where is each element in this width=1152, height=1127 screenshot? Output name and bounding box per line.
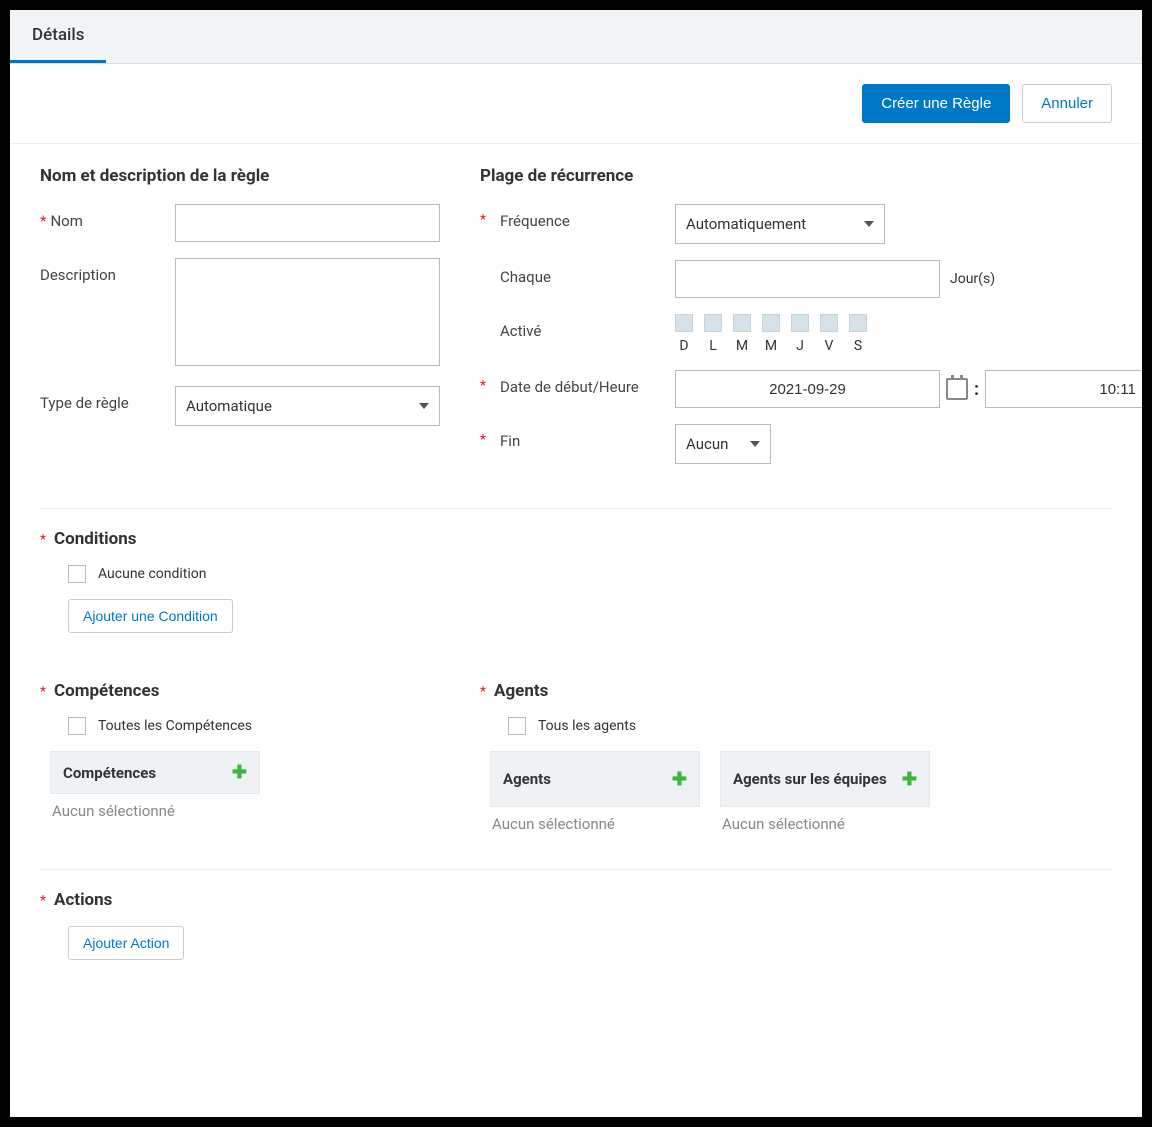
- required-star: *: [480, 684, 486, 700]
- day-label: L: [704, 338, 722, 354]
- all-agents-checkbox[interactable]: [508, 717, 526, 735]
- day-toggle-D[interactable]: [675, 314, 693, 332]
- day-label: J: [791, 338, 809, 354]
- section-recurrence-title: Plage de récurrence: [480, 166, 1142, 186]
- label-start-date: Date de début/Heure: [500, 378, 639, 396]
- agents-none-selected: Aucun sélectionné: [490, 807, 700, 841]
- day-toggle-L[interactable]: [704, 314, 722, 332]
- required-star: *: [40, 212, 46, 230]
- day-toggle-M[interactable]: [733, 314, 751, 332]
- day-label: S: [849, 338, 867, 354]
- day-toggle-J[interactable]: [791, 314, 809, 332]
- all-skills-checkbox[interactable]: [68, 717, 86, 735]
- section-actions-title: Actions: [54, 890, 112, 910]
- label-every-suffix: Jour(s): [950, 271, 995, 287]
- chevron-down-icon: [750, 441, 760, 447]
- start-date-input[interactable]: [675, 370, 940, 408]
- day-toggle-V[interactable]: [820, 314, 838, 332]
- skills-panel-header: Compétences ✚: [50, 751, 260, 794]
- section-skills-title: Compétences: [54, 681, 159, 701]
- rule-type-select[interactable]: Automatique: [175, 386, 440, 426]
- label-frequency: Fréquence: [500, 212, 570, 230]
- label-no-condition: Aucune condition: [98, 566, 207, 582]
- required-star: *: [40, 684, 46, 700]
- day-label: V: [820, 338, 838, 354]
- add-condition-button[interactable]: Ajouter une Condition: [68, 599, 233, 633]
- section-name-desc-title: Nom et description de la règle: [40, 166, 440, 186]
- day-toggle-M2[interactable]: [762, 314, 780, 332]
- label-name: Nom: [50, 212, 82, 230]
- tab-details[interactable]: Détails: [10, 10, 106, 63]
- label-end: Fin: [500, 432, 520, 450]
- required-star: *: [40, 893, 46, 909]
- required-star: *: [40, 532, 46, 548]
- required-star: *: [480, 424, 500, 448]
- add-action-button[interactable]: Ajouter Action: [68, 926, 184, 960]
- frequency-select[interactable]: Automatiquement: [675, 204, 885, 244]
- teams-none-selected: Aucun sélectionné: [720, 807, 930, 841]
- name-input[interactable]: [175, 204, 440, 242]
- colon-separator: :: [974, 379, 979, 400]
- separator: [40, 869, 1112, 870]
- every-input[interactable]: [675, 260, 940, 298]
- section-conditions-title: Conditions: [54, 529, 136, 549]
- agents-box-title: Agents: [503, 770, 551, 788]
- teams-box-title: Agents sur les équipes: [733, 770, 887, 788]
- required-star: *: [480, 204, 500, 228]
- description-textarea[interactable]: [175, 258, 440, 366]
- chevron-down-icon: [864, 221, 874, 227]
- end-value: Aucun: [686, 435, 728, 453]
- action-bar: Créer une Règle Annuler: [10, 64, 1142, 144]
- agents-panel-header: Agents ✚: [490, 751, 700, 807]
- add-agent-icon[interactable]: ✚: [672, 769, 687, 790]
- day-toggle-S[interactable]: [849, 314, 867, 332]
- skills-none-selected: Aucun sélectionné: [50, 794, 260, 828]
- label-all-skills: Toutes les Compétences: [98, 718, 252, 734]
- calendar-icon[interactable]: [946, 378, 968, 400]
- required-star: *: [480, 370, 500, 394]
- start-time-input[interactable]: [985, 370, 1142, 408]
- tab-bar: Détails: [10, 10, 1142, 64]
- rule-type-value: Automatique: [186, 397, 272, 415]
- no-condition-checkbox[interactable]: [68, 565, 86, 583]
- section-agents-title: Agents: [494, 681, 548, 701]
- frequency-value: Automatiquement: [686, 215, 806, 233]
- label-rule-type: Type de règle: [40, 394, 129, 412]
- teams-panel-header: Agents sur les équipes ✚: [720, 751, 930, 807]
- day-label: M: [762, 338, 780, 354]
- days-row: D L M M J V S: [675, 314, 1142, 354]
- skills-box-title: Compétences: [63, 764, 156, 782]
- cancel-button[interactable]: Annuler: [1022, 84, 1112, 123]
- chevron-down-icon: [419, 403, 429, 409]
- separator: [40, 508, 1112, 509]
- day-label: D: [675, 338, 693, 354]
- label-all-agents: Tous les agents: [538, 718, 636, 734]
- day-label: M: [733, 338, 751, 354]
- label-enabled: Activé: [500, 322, 541, 340]
- label-description: Description: [40, 266, 116, 284]
- add-skill-icon[interactable]: ✚: [232, 762, 247, 783]
- label-every: Chaque: [500, 268, 551, 286]
- end-select[interactable]: Aucun: [675, 424, 771, 464]
- create-rule-button[interactable]: Créer une Règle: [862, 84, 1010, 123]
- add-team-icon[interactable]: ✚: [902, 769, 917, 790]
